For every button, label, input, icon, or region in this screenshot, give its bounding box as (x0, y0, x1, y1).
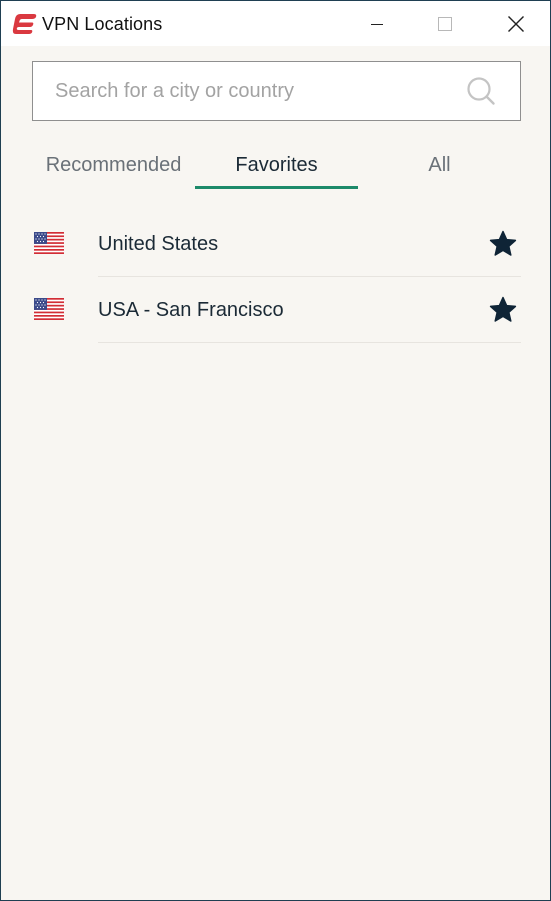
search-box (32, 61, 521, 121)
minimize-button[interactable] (354, 1, 400, 46)
maximize-button[interactable] (422, 1, 468, 46)
location-row-united-states[interactable]: United States (32, 211, 521, 277)
search-icon[interactable] (466, 76, 496, 106)
app-logo-icon (12, 14, 37, 34)
search-input[interactable] (33, 62, 453, 120)
tab-recommended[interactable]: Recommended (32, 151, 195, 189)
location-name: USA - San Francisco (98, 299, 284, 321)
favorite-star-icon[interactable] (489, 230, 517, 258)
close-button[interactable] (493, 1, 539, 46)
tab-all[interactable]: All (358, 151, 521, 189)
us-flag-icon (34, 298, 64, 320)
close-icon (508, 15, 524, 32)
location-row-usa-san-francisco[interactable]: USA - San Francisco (32, 277, 521, 343)
location-name: United States (98, 233, 219, 255)
tab-favorites[interactable]: Favorites (195, 151, 358, 189)
active-tab-indicator (195, 186, 358, 189)
vpn-locations-window: VPN Locations Recommended Favorites All (0, 0, 551, 901)
favorite-star-icon[interactable] (489, 296, 517, 324)
row-divider (98, 342, 521, 343)
maximize-icon (438, 16, 452, 31)
us-flag-icon (34, 232, 64, 254)
window-title: VPN Locations (42, 14, 163, 34)
minimize-icon (371, 23, 383, 25)
title-bar: VPN Locations (1, 1, 550, 46)
